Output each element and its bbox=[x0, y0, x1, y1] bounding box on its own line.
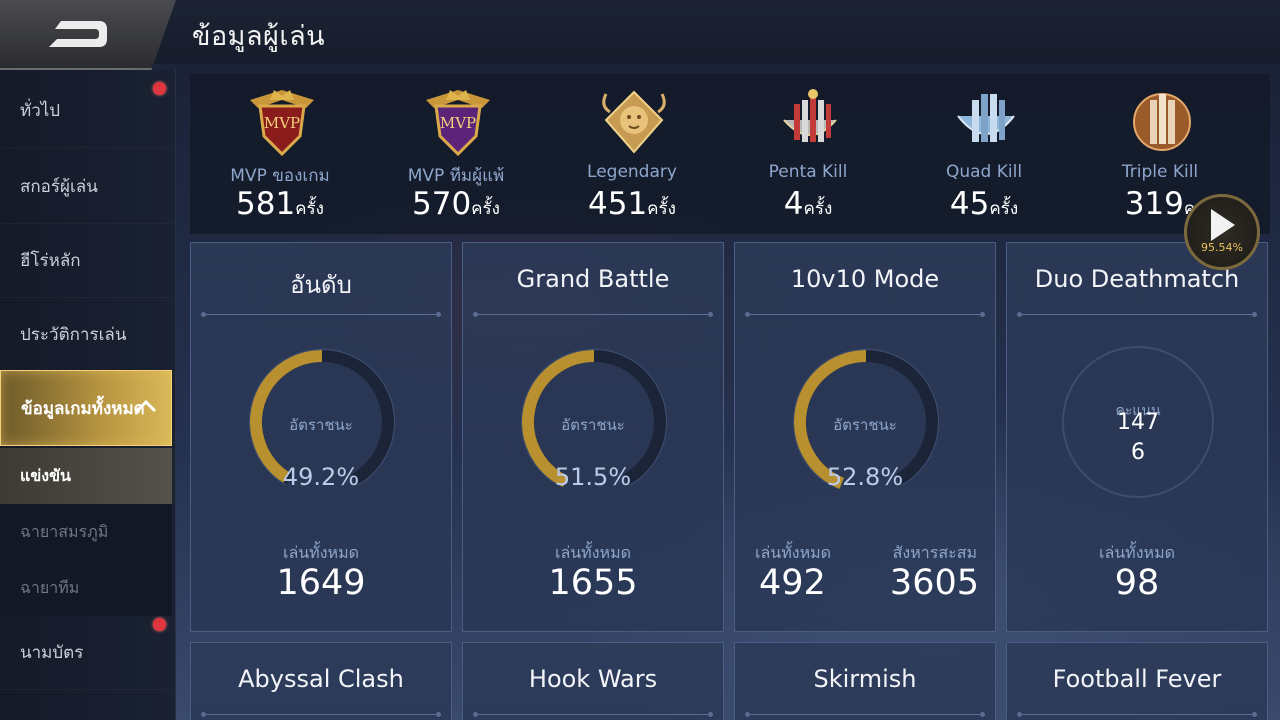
games-played-value: 1649 bbox=[276, 563, 366, 603]
sidebar-item-label: ฮีโร่หลัก bbox=[20, 251, 81, 271]
score-value: 147 bbox=[1117, 410, 1159, 435]
sidebar-item-label: สกอร์ผู้เล่น bbox=[20, 177, 98, 197]
quad-kill-swords-icon bbox=[957, 94, 1015, 142]
card-title: Abyssal Clash bbox=[238, 665, 404, 693]
play-progress-text: 95.54% bbox=[1201, 241, 1243, 254]
score-value-secondary: 6 bbox=[1131, 440, 1145, 465]
play-video-button[interactable]: 95.54% bbox=[1184, 194, 1260, 270]
sidebar: ทั่วไป สกอร์ผู้เล่น ฮีโร่หลัก ประวัติการ… bbox=[0, 70, 176, 720]
sidebar-item-label: ทั่วไป bbox=[20, 101, 61, 121]
mode-card-skirmish[interactable]: Skirmish bbox=[734, 642, 996, 720]
score-circle: คะแนน 147 6 bbox=[1062, 346, 1214, 498]
mvp-purple-badge-icon: MVP bbox=[426, 90, 490, 157]
mode-card-10v10[interactable]: 10v10 Mode อัตราชนะ 52.8% เล่นทั้งหมด 49… bbox=[734, 242, 996, 632]
gauge-label: อัตราชนะ bbox=[289, 416, 353, 434]
games-played-value: 1655 bbox=[548, 563, 638, 603]
sidebar-item-name-card[interactable]: นามบัตร bbox=[0, 616, 172, 690]
back-button[interactable] bbox=[0, 0, 176, 70]
divider bbox=[201, 712, 441, 717]
achievement-count: 45ครั้ง bbox=[949, 186, 1019, 222]
mvp-red-badge-icon: MVP bbox=[250, 90, 314, 157]
sidebar-subitem-label: ฉายาสมรภูมิ bbox=[20, 521, 109, 541]
sidebar-item-all-game-data[interactable]: ข้อมูลเกมทั้งหมด bbox=[0, 370, 172, 446]
achievement-count: 581ครั้ง bbox=[236, 186, 324, 222]
divider bbox=[473, 712, 713, 717]
sidebar-item-match-history[interactable]: ประวัติการเล่น bbox=[0, 298, 172, 372]
svg-text:MVP: MVP bbox=[264, 114, 300, 132]
games-played-value: 492 bbox=[759, 563, 826, 603]
achievement-penta-kill: Penta Kill 4ครั้ง bbox=[720, 74, 896, 234]
legendary-lion-badge-icon bbox=[602, 90, 666, 154]
page-title: ข้อมูลผู้เล่น bbox=[192, 21, 326, 52]
card-title: Skirmish bbox=[813, 665, 917, 693]
win-rate-value: 52.8% bbox=[826, 463, 904, 491]
notification-dot bbox=[153, 618, 166, 631]
sidebar-subitem-competitive[interactable]: แข่งขัน bbox=[0, 448, 172, 504]
card-title: Hook Wars bbox=[528, 665, 658, 693]
achievement-mvp: MVP MVP ของเกม 581ครั้ง bbox=[192, 74, 368, 234]
penta-kill-swords-icon bbox=[783, 89, 837, 142]
sidebar-item-player-score[interactable]: สกอร์ผู้เล่น bbox=[0, 150, 172, 224]
notification-dot bbox=[153, 82, 166, 95]
achievement-count: 451ครั้ง bbox=[588, 186, 676, 222]
achievement-name: Legendary bbox=[587, 162, 677, 182]
win-rate-value: 51.5% bbox=[554, 463, 632, 491]
card-title: 10v10 Mode bbox=[790, 265, 940, 293]
back-arrow-icon bbox=[49, 21, 107, 47]
play-icon bbox=[1211, 209, 1235, 241]
achievement-name: MVP ทีมผู้แพ้ bbox=[407, 166, 505, 186]
sidebar-subitem-battle-titles[interactable]: ฉายาสมรภูมิ bbox=[0, 504, 172, 560]
top-bar: ข้อมูลผู้เล่น bbox=[0, 0, 1280, 70]
mode-card-ranked[interactable]: อันดับ อัตราชนะ 49.2% เล่นทั้งหมด 1649 bbox=[190, 242, 452, 632]
divider bbox=[473, 312, 713, 317]
sidebar-subitem-label: แข่งขัน bbox=[20, 465, 71, 485]
divider bbox=[745, 712, 985, 717]
mode-card-abyssal-clash[interactable]: Abyssal Clash bbox=[190, 642, 452, 720]
sidebar-item-general[interactable]: ทั่วไป bbox=[0, 74, 172, 148]
total-kills-value: 3605 bbox=[889, 563, 979, 603]
divider bbox=[1017, 712, 1257, 717]
divider bbox=[745, 312, 985, 317]
achievement-legendary: Legendary 451ครั้ง bbox=[544, 74, 720, 234]
card-title: Grand Battle bbox=[516, 265, 670, 293]
achievement-strip: MVP MVP ของเกม 581ครั้ง MVP MVP ทีมผู้แพ… bbox=[190, 74, 1270, 234]
chevron-up-icon bbox=[135, 399, 157, 413]
sidebar-item-label: ประวัติการเล่น bbox=[20, 325, 127, 345]
sidebar-subitem-team-titles[interactable]: ฉายาทีม bbox=[0, 560, 172, 616]
gauge-label: อัตราชนะ bbox=[833, 416, 897, 434]
sidebar-subitem-label: ฉายาทีม bbox=[20, 577, 80, 597]
svg-text:MVP: MVP bbox=[440, 114, 476, 132]
achievement-name: Penta Kill bbox=[768, 162, 848, 182]
achievement-name: Triple Kill bbox=[1121, 162, 1199, 182]
card-title: อันดับ bbox=[290, 271, 352, 299]
mode-card-hook-wars[interactable]: Hook Wars bbox=[462, 642, 724, 720]
achievement-quad-kill: Quad Kill 45ครั้ง bbox=[896, 74, 1072, 234]
gauge-label: อัตราชนะ bbox=[561, 416, 625, 434]
mode-card-grand-battle[interactable]: Grand Battle อัตราชนะ 51.5% เล่นทั้งหมด … bbox=[462, 242, 724, 632]
sidebar-item-label: นามบัตร bbox=[20, 643, 84, 663]
triple-kill-swords-icon bbox=[1133, 93, 1191, 151]
main-content: MVP MVP ของเกม 581ครั้ง MVP MVP ทีมผู้แพ… bbox=[176, 64, 1280, 720]
achievement-name: Quad Kill bbox=[945, 162, 1023, 182]
achievement-count: 570ครั้ง bbox=[412, 186, 500, 222]
sidebar-item-label: ข้อมูลเกมทั้งหมด bbox=[21, 398, 145, 419]
win-rate-value: 49.2% bbox=[282, 463, 360, 491]
divider bbox=[201, 312, 441, 317]
games-played-value: 98 bbox=[1114, 563, 1160, 603]
achievement-count: 4ครั้ง bbox=[783, 186, 833, 222]
card-title: Football Fever bbox=[1052, 665, 1222, 693]
mode-card-football-fever[interactable]: Football Fever bbox=[1006, 642, 1268, 720]
divider bbox=[1017, 312, 1257, 317]
achievement-name: MVP ของเกม bbox=[230, 166, 330, 186]
sidebar-item-main-heroes[interactable]: ฮีโร่หลัก bbox=[0, 224, 172, 298]
mode-card-duo-deathmatch[interactable]: Duo Deathmatch คะแนน 147 6 เล่นทั้งหมด 9… bbox=[1006, 242, 1268, 632]
achievement-mvp-losing: MVP MVP ทีมผู้แพ้ 570ครั้ง bbox=[368, 74, 544, 234]
